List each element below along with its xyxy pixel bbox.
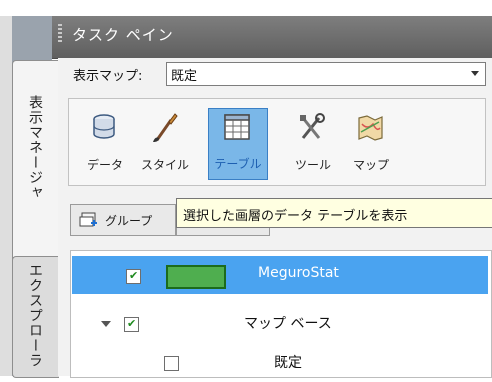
style-button[interactable]: スタイル bbox=[136, 110, 194, 180]
map-button[interactable]: マップ bbox=[342, 110, 400, 180]
app-frame: タスク ペイン 表示マネージャ エクスプローラ 表示マップ: 既定 データ スタ… bbox=[0, 0, 492, 378]
map-button-label: マップ bbox=[352, 158, 389, 172]
group-add-icon bbox=[79, 212, 97, 227]
tooltip-text: 選択した画層のデータ テーブルを表示 bbox=[183, 209, 408, 224]
layer-row-map-base[interactable]: ✔ マップ ベース bbox=[72, 305, 488, 343]
map-selector-dropdown[interactable]: 既定 bbox=[166, 62, 486, 86]
table-button-label: テーブル bbox=[214, 157, 262, 171]
map-icon bbox=[358, 115, 383, 141]
layer-row-default[interactable]: 既定 bbox=[72, 344, 488, 382]
layer-name: 既定 bbox=[274, 355, 302, 371]
brush-icon bbox=[153, 113, 178, 142]
map-selector-value: 既定 bbox=[171, 69, 198, 84]
database-icon bbox=[93, 114, 115, 139]
tab-explorer-label: エクスプローラ bbox=[27, 263, 43, 368]
layer-row-megurostat[interactable]: ✔ MeguroStat bbox=[72, 256, 488, 294]
group-button[interactable]: グループ bbox=[70, 204, 176, 236]
tab-display-manager-label: 表示マネージャ bbox=[27, 95, 43, 200]
layer-visibility-checkbox[interactable]: ✔ bbox=[124, 317, 139, 332]
tools-button-label: ツール bbox=[294, 158, 331, 172]
task-pane-titlebar[interactable]: タスク ペイン bbox=[52, 16, 492, 59]
layer-name: MeguroStat bbox=[258, 265, 339, 281]
tooltip: 選択した画層のデータ テーブルを表示 bbox=[176, 198, 492, 228]
grip-handle[interactable] bbox=[58, 24, 62, 42]
group-button-label: グループ bbox=[105, 214, 153, 228]
data-button[interactable]: データ bbox=[76, 110, 134, 180]
expand-arrow-icon[interactable] bbox=[101, 321, 111, 327]
outer-edge bbox=[0, 16, 12, 376]
top-margin bbox=[0, 0, 492, 16]
tools-button[interactable]: ツール bbox=[284, 110, 342, 180]
tab-explorer[interactable]: エクスプローラ bbox=[12, 256, 59, 378]
style-button-label: スタイル bbox=[140, 158, 189, 172]
task-pane-title: タスク ペイン bbox=[72, 26, 174, 44]
layer-visibility-checkbox[interactable]: ✔ bbox=[126, 269, 141, 284]
table-icon bbox=[224, 114, 250, 140]
layer-visibility-checkbox[interactable] bbox=[164, 356, 179, 371]
map-selector-label: 表示マップ: bbox=[73, 69, 143, 84]
layer-color-swatch bbox=[166, 265, 226, 289]
table-button[interactable]: テーブル bbox=[208, 108, 268, 180]
layer-name: マップ ベース bbox=[244, 316, 332, 332]
tools-icon bbox=[300, 113, 325, 139]
chevron-down-icon bbox=[471, 71, 479, 76]
data-button-label: データ bbox=[86, 158, 123, 172]
